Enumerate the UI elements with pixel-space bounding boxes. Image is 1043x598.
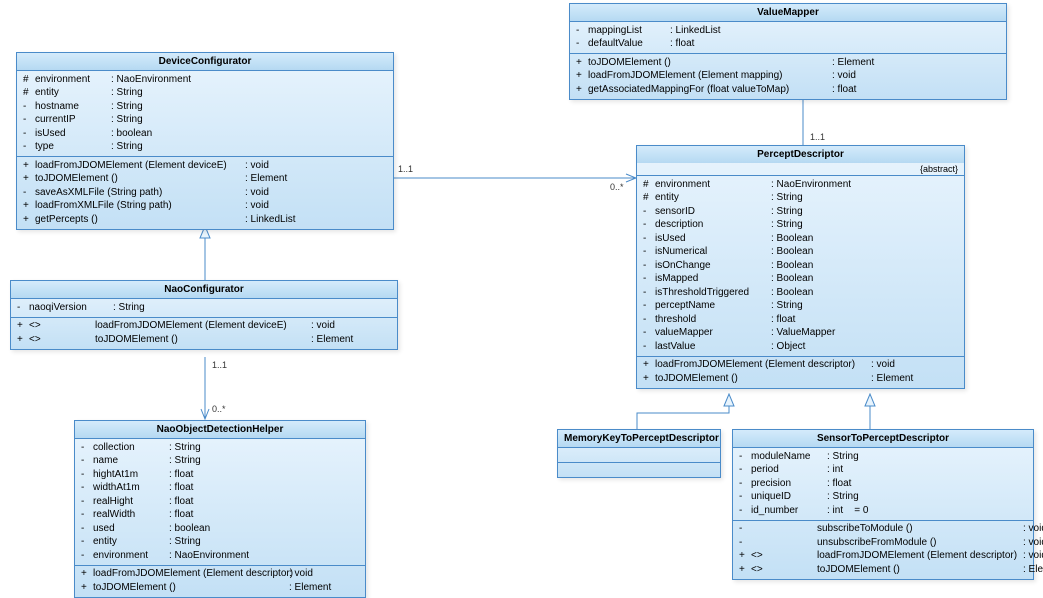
ops-section xyxy=(558,463,720,477)
attribute-row: -uniqueID: String xyxy=(739,491,1027,505)
ops-section: +loadFromJDOMElement (Element descriptor… xyxy=(75,566,365,597)
operation-row: +loadFromJDOMElement (Element descriptor… xyxy=(81,568,359,582)
attribute-row: -type: String xyxy=(23,141,387,155)
class-title: MemoryKeyToPerceptDescriptor xyxy=(558,430,720,448)
class-title: PerceptDescriptor xyxy=(637,146,964,163)
attrs-section: #environment: NaoEnvironment#entity: Str… xyxy=(637,176,964,357)
attribute-row: #environment: NaoEnvironment xyxy=(643,178,958,192)
attribute-row: -collection: String xyxy=(81,441,359,455)
class-title: DeviceConfigurator xyxy=(17,53,393,71)
operation-row: +<>loadFromJDOMElement (Element deviceE)… xyxy=(17,320,391,334)
class-stereotype: {abstract} xyxy=(637,163,964,176)
class-title: NaoObjectDetectionHelper xyxy=(75,421,365,439)
attribute-row: -naoqiVersion: String xyxy=(17,301,391,315)
operation-row: +toJDOMElement (): Element xyxy=(643,372,958,386)
attribute-row: -currentIP: String xyxy=(23,114,387,128)
operation-row: +<>toJDOMElement (): Element xyxy=(739,563,1027,577)
ops-section: +loadFromJDOMElement (Element descriptor… xyxy=(637,357,964,388)
attrs-section: -moduleName: String-period: int-precisio… xyxy=(733,448,1033,521)
attribute-row: -id_number: int = 0 xyxy=(739,504,1027,518)
attribute-row: -description: String xyxy=(643,219,958,233)
operation-row: +<>toJDOMElement (): Element xyxy=(17,333,391,347)
operation-row: +toJDOMElement (): Element xyxy=(23,173,387,187)
operation-row: +loadFromXMLFile (String path): void xyxy=(23,200,387,214)
ops-section: -subscribeToModule (): void-unsubscribeF… xyxy=(733,521,1033,579)
attribute-row: -isNumerical: Boolean xyxy=(643,246,958,260)
class-NaoConfigurator: NaoConfigurator -naoqiVersion: String +<… xyxy=(10,280,398,350)
operation-row: +loadFromJDOMElement (Element mapping): … xyxy=(576,70,1000,84)
attribute-row: -used: boolean xyxy=(81,522,359,536)
attribute-row: -mappingList: LinkedList xyxy=(576,24,1000,38)
attrs-section: -mappingList: LinkedList-defaultValue: f… xyxy=(570,22,1006,54)
attribute-row: -isOnChange: Boolean xyxy=(643,259,958,273)
attribute-row: -environment: NaoEnvironment xyxy=(81,549,359,563)
attribute-row: -perceptName: String xyxy=(643,300,958,314)
class-NaoObjectDetectionHelper: NaoObjectDetectionHelper -collection: St… xyxy=(74,420,366,598)
attribute-row: -isMapped: Boolean xyxy=(643,273,958,287)
attribute-row: -lastValue: Object xyxy=(643,340,958,354)
class-ValueMapper: ValueMapper -mappingList: LinkedList-def… xyxy=(569,3,1007,100)
operation-row: +getAssociatedMappingFor (float valueToM… xyxy=(576,83,1000,97)
ops-section: +<>loadFromJDOMElement (Element deviceE)… xyxy=(11,318,397,349)
operation-row: +loadFromJDOMElement (Element descriptor… xyxy=(643,359,958,373)
attribute-row: -moduleName: String xyxy=(739,450,1027,464)
attribute-row: -precision: float xyxy=(739,477,1027,491)
class-title: SensorToPerceptDescriptor xyxy=(733,430,1033,448)
attribute-row: -realWidth: float xyxy=(81,509,359,523)
class-DeviceConfigurator: DeviceConfigurator #environment: NaoEnvi… xyxy=(16,52,394,230)
operation-row: -saveAsXMLFile (String path): void xyxy=(23,186,387,200)
mult-nc-nodh-bottom: 0..* xyxy=(212,404,226,414)
attribute-row: -realHight: float xyxy=(81,495,359,509)
attribute-row: -threshold: float xyxy=(643,313,958,327)
attribute-row: -period: int xyxy=(739,464,1027,478)
mult-dc-pd-right: 0..* xyxy=(610,182,624,192)
attribute-row: -name: String xyxy=(81,455,359,469)
mult-dc-pd-left: 1..1 xyxy=(398,164,413,174)
attribute-row: -isThresholdTriggered: Boolean xyxy=(643,286,958,300)
attribute-row: -hightAt1m: float xyxy=(81,468,359,482)
class-MemoryKeyToPerceptDescriptor: MemoryKeyToPerceptDescriptor xyxy=(557,429,721,478)
operation-row: -unsubscribeFromModule (): void xyxy=(739,536,1027,550)
attribute-row: -valueMapper: ValueMapper xyxy=(643,327,958,341)
operation-row: +toJDOMElement (): Element xyxy=(576,56,1000,70)
class-SensorToPerceptDescriptor: SensorToPerceptDescriptor -moduleName: S… xyxy=(732,429,1034,580)
attribute-row: -defaultValue: float xyxy=(576,38,1000,52)
operation-row: +<>loadFromJDOMElement (Element descript… xyxy=(739,550,1027,564)
attribute-row: -hostname: String xyxy=(23,100,387,114)
ops-section: +loadFromJDOMElement (Element deviceE): … xyxy=(17,157,393,229)
attribute-row: -sensorID: String xyxy=(643,205,958,219)
operation-row: +loadFromJDOMElement (Element deviceE): … xyxy=(23,159,387,173)
attrs-section: #environment: NaoEnvironment#entity: Str… xyxy=(17,71,393,157)
attrs-section: -collection: String-name: String-hightAt… xyxy=(75,439,365,566)
ops-section: +toJDOMElement (): Element+loadFromJDOME… xyxy=(570,54,1006,99)
attrs-section xyxy=(558,448,720,463)
attribute-row: #entity: String xyxy=(643,192,958,206)
mult-nc-nodh-top: 1..1 xyxy=(212,360,227,370)
attribute-row: -widthAt1m: float xyxy=(81,482,359,496)
operation-row: +toJDOMElement (): Element xyxy=(81,581,359,595)
class-title: NaoConfigurator xyxy=(11,281,397,299)
attrs-section: -naoqiVersion: String xyxy=(11,299,397,318)
operation-row: -subscribeToModule (): void xyxy=(739,523,1027,537)
attribute-row: #entity: String xyxy=(23,87,387,101)
attribute-row: -isUsed: Boolean xyxy=(643,232,958,246)
operation-row: +getPercepts (): LinkedList xyxy=(23,213,387,227)
attribute-row: -isUsed: boolean xyxy=(23,127,387,141)
attribute-row: #environment: NaoEnvironment xyxy=(23,73,387,87)
mult-pd-vm-bottom: 1..1 xyxy=(810,132,825,142)
class-title: ValueMapper xyxy=(570,4,1006,22)
attribute-row: -entity: String xyxy=(81,536,359,550)
class-PerceptDescriptor: PerceptDescriptor {abstract} #environmen… xyxy=(636,145,965,389)
